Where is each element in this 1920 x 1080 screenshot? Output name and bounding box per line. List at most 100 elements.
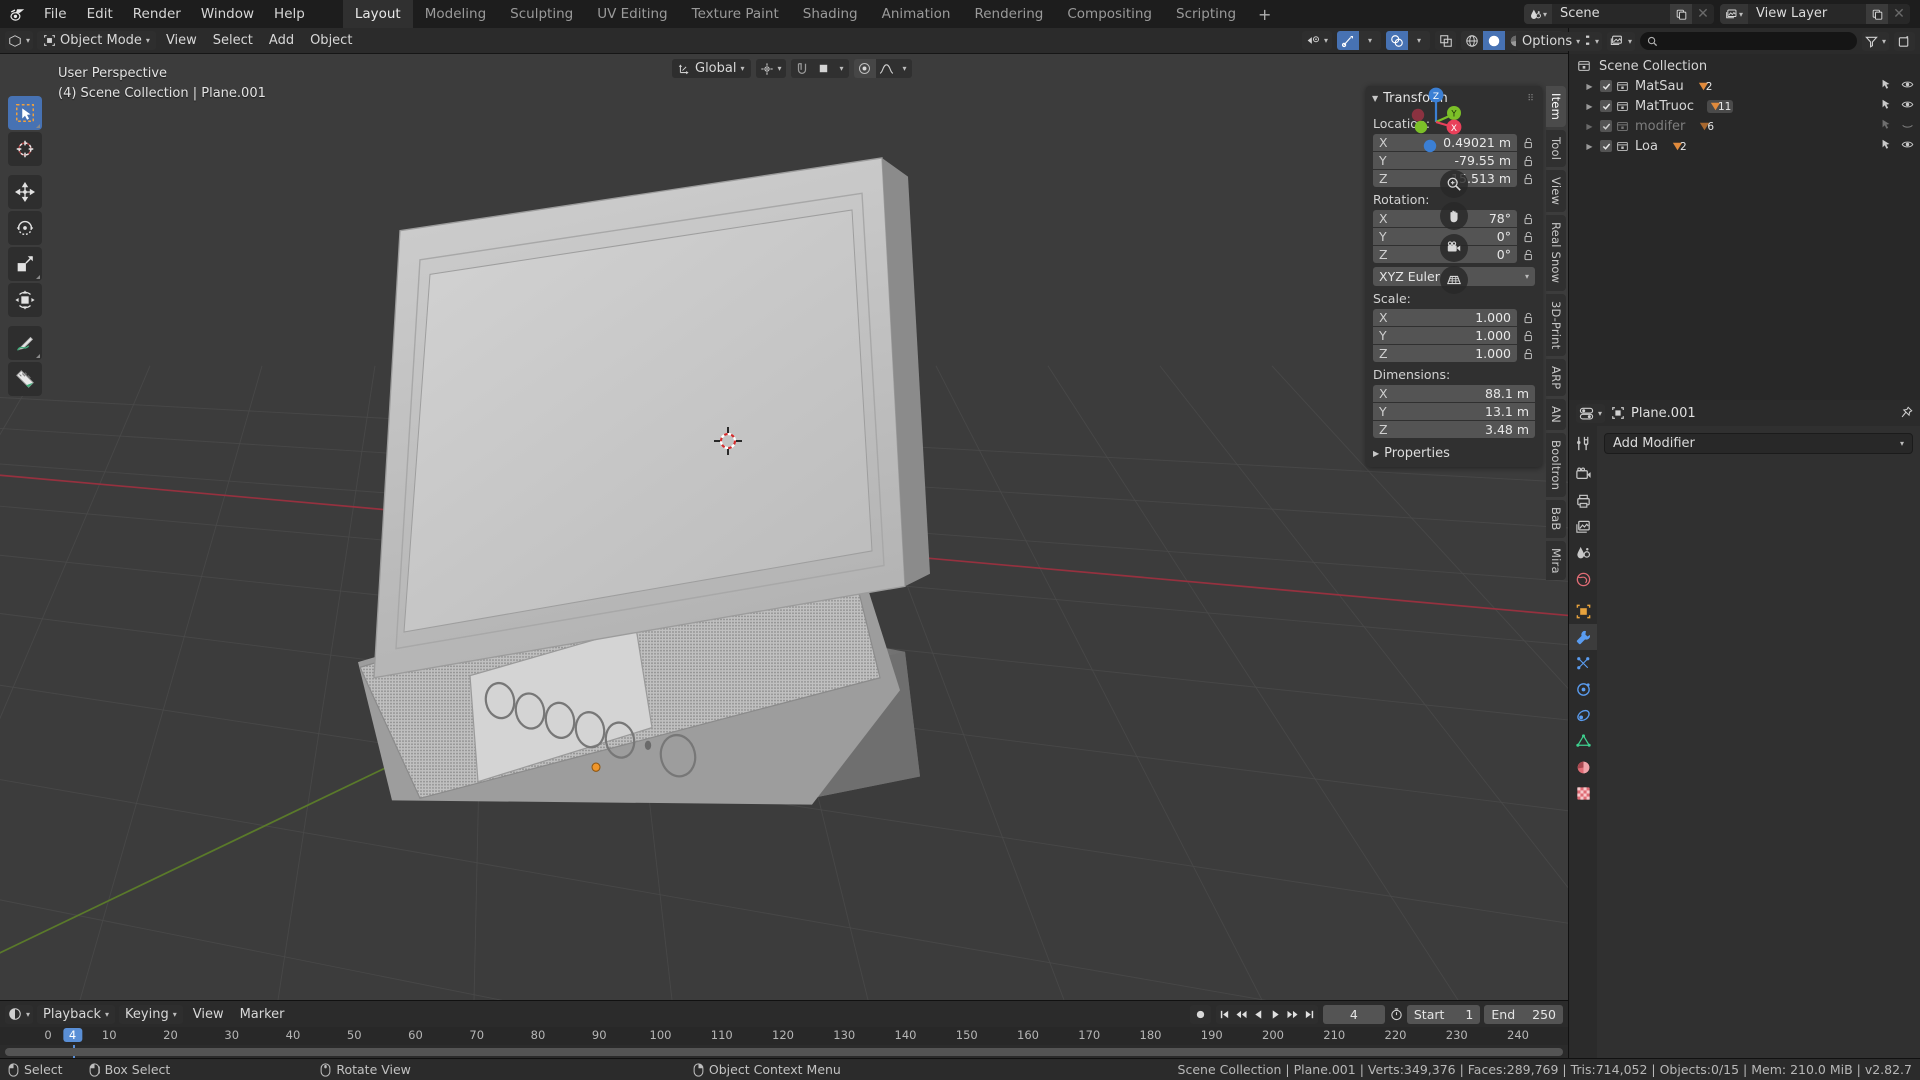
sidebar-tab-item[interactable]: Item	[1546, 86, 1566, 127]
selectable-icon[interactable]	[1880, 98, 1892, 114]
panel-drag-handle[interactable]: ⠿	[1527, 94, 1535, 104]
show-gizmo-toggle[interactable]	[1337, 31, 1359, 50]
start-frame-field[interactable]: Start 1	[1406, 1004, 1481, 1024]
hide-in-viewport-icon[interactable]	[1901, 118, 1914, 135]
timeline-editor-type-button[interactable]: ▾	[5, 1004, 34, 1024]
snap-dropdown[interactable]: ▾	[834, 59, 849, 78]
play-reverse-button[interactable]	[1250, 1005, 1267, 1024]
collection-checkbox[interactable]	[1600, 140, 1612, 152]
proportional-falloff-button[interactable]	[875, 59, 898, 78]
properties-tab-tool[interactable]	[1569, 430, 1597, 456]
scale-x-field[interactable]: X 1.000	[1373, 309, 1517, 326]
collection-checkbox[interactable]	[1600, 80, 1612, 92]
proportional-falloff-dropdown[interactable]: ▾	[897, 59, 912, 78]
properties-editor-type-button[interactable]: ▾	[1576, 403, 1606, 423]
snap-target-button[interactable]	[812, 59, 835, 78]
timeline-menu-marker[interactable]: Marker	[234, 1005, 291, 1024]
unlink-scene-button[interactable]: ✕	[1692, 4, 1714, 24]
object-mode-selector[interactable]: Object Mode ▾	[37, 31, 156, 50]
viewport-menu-select[interactable]: Select	[207, 31, 259, 50]
sidebar-tab-tool[interactable]: Tool	[1546, 129, 1566, 168]
hide-in-viewport-icon[interactable]	[1901, 98, 1914, 115]
timeline-menu-keying[interactable]: Keying ▾	[119, 1004, 183, 1024]
use-preview-range-icon[interactable]	[1390, 1007, 1403, 1021]
outliner-tree[interactable]: Scene Collection ▶ MatSau 2 ▶ MatTruoc 1…	[1569, 54, 1920, 400]
workspace-tab-layout[interactable]: Layout	[342, 0, 413, 28]
remove-view-layer-button[interactable]: ✕	[1888, 4, 1910, 24]
scale-y-field[interactable]: Y 1.000	[1373, 327, 1517, 344]
view-layer-name[interactable]: View Layer	[1748, 4, 1866, 24]
outliner-search-input[interactable]	[1640, 32, 1857, 50]
jump-to-end-button[interactable]	[1301, 1005, 1318, 1024]
outliner-item-matsau[interactable]: ▶ MatSau 2	[1569, 76, 1920, 96]
menu-window[interactable]: Window	[191, 3, 264, 25]
workspace-tab-modeling[interactable]: Modeling	[413, 0, 498, 28]
sidebar-tab-bab[interactable]: BaB	[1546, 500, 1566, 538]
new-scene-button[interactable]	[1670, 4, 1692, 24]
properties-tab-particles[interactable]	[1569, 650, 1597, 676]
dimensions-x-field[interactable]: X 88.1 m	[1373, 385, 1535, 402]
sidebar-tab-real-snow[interactable]: Real Snow	[1546, 215, 1566, 291]
expand-arrow-icon[interactable]: ▶	[1583, 102, 1596, 111]
outliner-filter-button[interactable]: ▾	[1861, 31, 1889, 51]
current-frame-field[interactable]: 4	[1322, 1004, 1385, 1024]
next-keyframe-button[interactable]	[1284, 1005, 1301, 1024]
zoom-view-button[interactable]	[1440, 170, 1468, 198]
sidebar-tab-booltron[interactable]: Booltron	[1546, 433, 1566, 498]
lock-scale-z-icon[interactable]	[1522, 348, 1535, 360]
view-layer-selector[interactable]: ▾ View Layer ✕	[1720, 4, 1910, 24]
navigation-gizmo[interactable]: Z Y X	[1396, 82, 1472, 158]
toggle-perspective-button[interactable]	[1440, 266, 1468, 294]
pivot-point-selector[interactable]: ▾	[755, 59, 786, 78]
new-view-layer-button[interactable]	[1866, 4, 1888, 24]
lock-scale-x-icon[interactable]	[1522, 312, 1535, 324]
workspace-tab-sculpting[interactable]: Sculpting	[498, 0, 585, 28]
visibility-selector[interactable]: ▾	[1301, 31, 1332, 50]
transform-tool[interactable]	[8, 283, 42, 317]
outliner-item-modifer[interactable]: ▶ modifer 6	[1569, 116, 1920, 136]
tweak-select-box-tool[interactable]	[8, 96, 42, 130]
pin-id-icon[interactable]	[1899, 406, 1913, 420]
hide-in-viewport-icon[interactable]	[1901, 78, 1914, 95]
viewport-menu-object[interactable]: Object	[304, 31, 358, 50]
expand-arrow-icon[interactable]: ▶	[1583, 122, 1596, 131]
new-collection-button[interactable]	[1894, 31, 1915, 51]
cursor-tool[interactable]	[8, 132, 42, 166]
collection-checkbox[interactable]	[1600, 120, 1612, 132]
properties-tab-material[interactable]	[1569, 754, 1597, 780]
properties-tab-world[interactable]	[1569, 566, 1597, 592]
move-view-button[interactable]	[1440, 202, 1468, 230]
outliner-item-loa[interactable]: ▶ Loa 2	[1569, 136, 1920, 156]
scene-selector[interactable]: ▾ Scene ✕	[1524, 4, 1714, 24]
lock-location-y-icon[interactable]	[1522, 155, 1535, 167]
workspace-tab-uv-editing[interactable]: UV Editing	[585, 0, 679, 28]
sidebar-tab-mira[interactable]: Mira	[1546, 540, 1566, 581]
timeline-body[interactable]: 4	[0, 1045, 1568, 1058]
collection-checkbox[interactable]	[1600, 100, 1612, 112]
play-button[interactable]	[1267, 1005, 1284, 1024]
lock-location-z-icon[interactable]	[1522, 173, 1535, 185]
end-frame-field[interactable]: End 250	[1484, 1004, 1563, 1024]
3d-viewport[interactable]: User Perspective (4) Scene Collection | …	[0, 54, 1568, 1000]
hide-in-viewport-icon[interactable]	[1901, 138, 1914, 155]
workspace-tab-texture-paint[interactable]: Texture Paint	[680, 0, 791, 28]
overlay-dropdown[interactable]: ▾	[1408, 31, 1430, 50]
annotate-tool[interactable]	[8, 326, 42, 360]
dimensions-z-field[interactable]: Z 3.48 m	[1373, 421, 1535, 438]
lock-location-x-icon[interactable]	[1522, 137, 1535, 149]
add-workspace-button[interactable]: +	[1248, 0, 1281, 28]
lock-rotation-z-icon[interactable]	[1522, 249, 1535, 261]
properties-tab-object-data[interactable]	[1569, 728, 1597, 754]
timeline-menu-view[interactable]: View	[187, 1005, 230, 1024]
previous-keyframe-button[interactable]	[1233, 1005, 1250, 1024]
sidebar-tab-an[interactable]: AN	[1546, 399, 1566, 431]
transform-orientation-selector[interactable]: Global ▾	[672, 59, 751, 78]
menu-help[interactable]: Help	[264, 3, 315, 25]
dimensions-y-field[interactable]: Y 13.1 m	[1373, 403, 1535, 420]
properties-tab-physics[interactable]	[1569, 676, 1597, 702]
workspace-tab-scripting[interactable]: Scripting	[1164, 0, 1248, 28]
selectable-icon[interactable]	[1880, 118, 1892, 134]
selectable-icon[interactable]	[1880, 138, 1892, 154]
lock-scale-y-icon[interactable]	[1522, 330, 1535, 342]
viewport-options-button[interactable]: Options ▾	[1516, 32, 1587, 51]
